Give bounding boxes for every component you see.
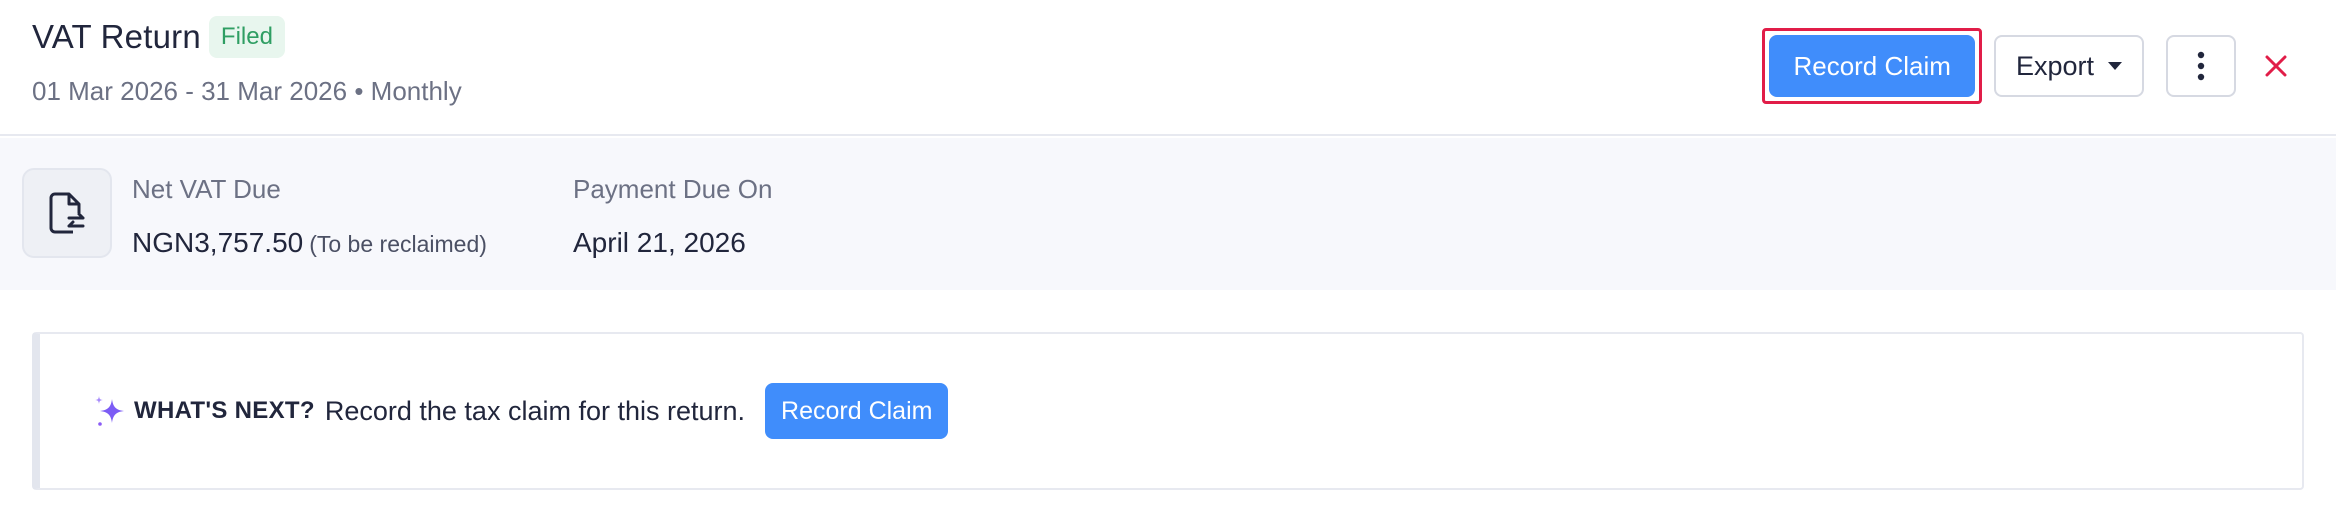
whats-next-content: WHAT'S NEXT? Record the tax claim for th…	[92, 334, 949, 488]
net-vat-value: NGN3,757.50	[132, 227, 304, 258]
page-header: VAT Return Filed 01 Mar 2026 - 31 Mar 20…	[0, 0, 2336, 136]
frequency-label: Monthly	[370, 76, 462, 106]
document-exchange-icon	[49, 192, 85, 234]
more-options-button[interactable]	[2166, 35, 2236, 97]
caret-down-icon	[2108, 62, 2122, 70]
net-vat-note: (To be reclaimed)	[309, 231, 487, 257]
payment-due-value: April 21, 2026	[573, 227, 746, 258]
sparkle-icon	[95, 396, 124, 426]
record-claim-card-button[interactable]: Record Claim	[765, 383, 949, 439]
period-subtitle: 01 Mar 2026 - 31 Mar 2026 • Monthly	[32, 76, 462, 107]
payment-due-metric: Payment Due On April 21, 2026	[573, 174, 772, 259]
page-title: VAT Return	[32, 18, 201, 55]
export-button[interactable]: Export	[1993, 35, 2144, 97]
title-row: VAT Return Filed	[32, 16, 285, 58]
close-icon	[2265, 55, 2287, 77]
kebab-menu-icon	[2197, 51, 2205, 81]
document-icon-box	[22, 168, 112, 258]
export-label: Export	[2015, 50, 2094, 81]
period-range: 01 Mar 2026 - 31 Mar 2026	[32, 76, 348, 106]
net-vat-row: NGN3,757.50 (To be reclaimed)	[132, 227, 487, 259]
record-claim-highlight: Record Claim	[1762, 28, 1982, 104]
whats-next-text: Record the tax claim for this return.	[324, 395, 746, 426]
header-actions: Record Claim Export	[1762, 28, 2296, 104]
whats-next-card: WHAT'S NEXT? Record the tax claim for th…	[32, 332, 2304, 490]
net-vat-label: Net VAT Due	[132, 174, 281, 204]
record-claim-button[interactable]: Record Claim	[1769, 35, 1975, 97]
whats-next-label: WHAT'S NEXT?	[134, 397, 315, 424]
summary-band: Net VAT Due NGN3,757.50 (To be reclaimed)…	[0, 138, 2336, 290]
separator-dot: •	[354, 76, 364, 106]
net-vat-metric: Net VAT Due NGN3,757.50 (To be reclaimed)	[132, 174, 487, 259]
status-badge: Filed	[208, 16, 285, 58]
close-button[interactable]	[2256, 46, 2296, 86]
payment-due-label: Payment Due On	[573, 174, 773, 204]
